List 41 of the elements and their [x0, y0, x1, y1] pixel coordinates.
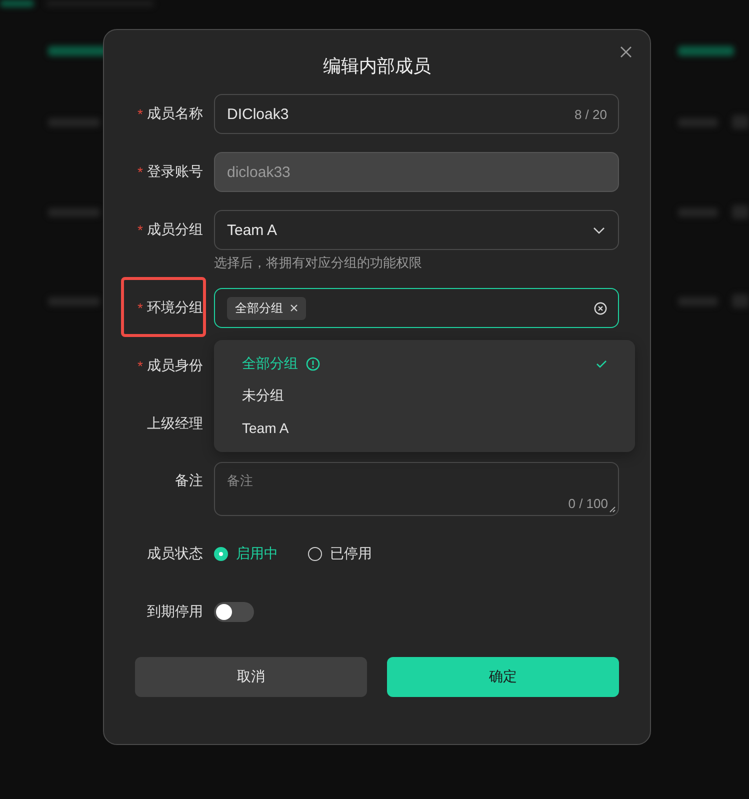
- required-asterisk: *: [138, 106, 143, 122]
- field-label: 成员身份: [147, 357, 203, 375]
- required-asterisk: *: [138, 222, 143, 238]
- tag: 全部分组: [227, 296, 306, 320]
- dropdown-option[interactable]: 未分组: [214, 380, 635, 412]
- field-label: 备注: [175, 472, 203, 490]
- resize-handle-icon[interactable]: [609, 506, 616, 513]
- field-label: 环境分组: [147, 299, 203, 317]
- blurred-placeholder: [0, 0, 34, 7]
- required-asterisk: *: [138, 358, 143, 374]
- input-field[interactable]: DICloak3 8 / 20: [214, 94, 619, 134]
- dropdown-option[interactable]: Team A: [214, 412, 635, 444]
- radio-button[interactable]: [308, 547, 322, 561]
- confirm-button[interactable]: 确定: [387, 657, 619, 697]
- field-label: 登录账号: [147, 163, 203, 181]
- close-icon[interactable]: [620, 46, 632, 58]
- required-asterisk: *: [138, 164, 143, 180]
- radio-button[interactable]: [214, 547, 228, 561]
- radio-option[interactable]: 已停用: [308, 545, 372, 563]
- blurred-placeholder: [678, 46, 734, 56]
- field-label: 到期停用: [147, 603, 203, 621]
- field-hint: 选择后，将拥有对应分组的功能权限: [214, 254, 423, 272]
- chevron-down-icon: [593, 226, 605, 234]
- dialog-title: 编辑内部成员: [322, 55, 432, 78]
- cancel-button[interactable]: 取消: [135, 657, 367, 697]
- remove-icon[interactable]: [290, 304, 298, 312]
- required-asterisk: *: [138, 300, 143, 316]
- field-label: 成员名称: [147, 105, 203, 123]
- toggle-switch[interactable]: [214, 602, 254, 622]
- radio-option[interactable]: 启用中: [214, 545, 278, 563]
- dropdown-option[interactable]: 全部分组: [214, 348, 635, 380]
- field-label: 成员状态: [147, 545, 203, 563]
- field-label: 成员分组: [147, 221, 203, 239]
- character-counter: 8 / 20: [574, 106, 607, 122]
- tag-select-field[interactable]: 全部分组: [214, 288, 619, 328]
- select-field[interactable]: Team A: [214, 210, 619, 250]
- clear-icon[interactable]: [594, 302, 607, 314]
- textarea-field[interactable]: 备注 0 / 100: [214, 462, 619, 516]
- field-label: 上级经理: [147, 415, 203, 433]
- checkmark-icon: [596, 360, 607, 368]
- character-counter: 0 / 100: [568, 496, 608, 511]
